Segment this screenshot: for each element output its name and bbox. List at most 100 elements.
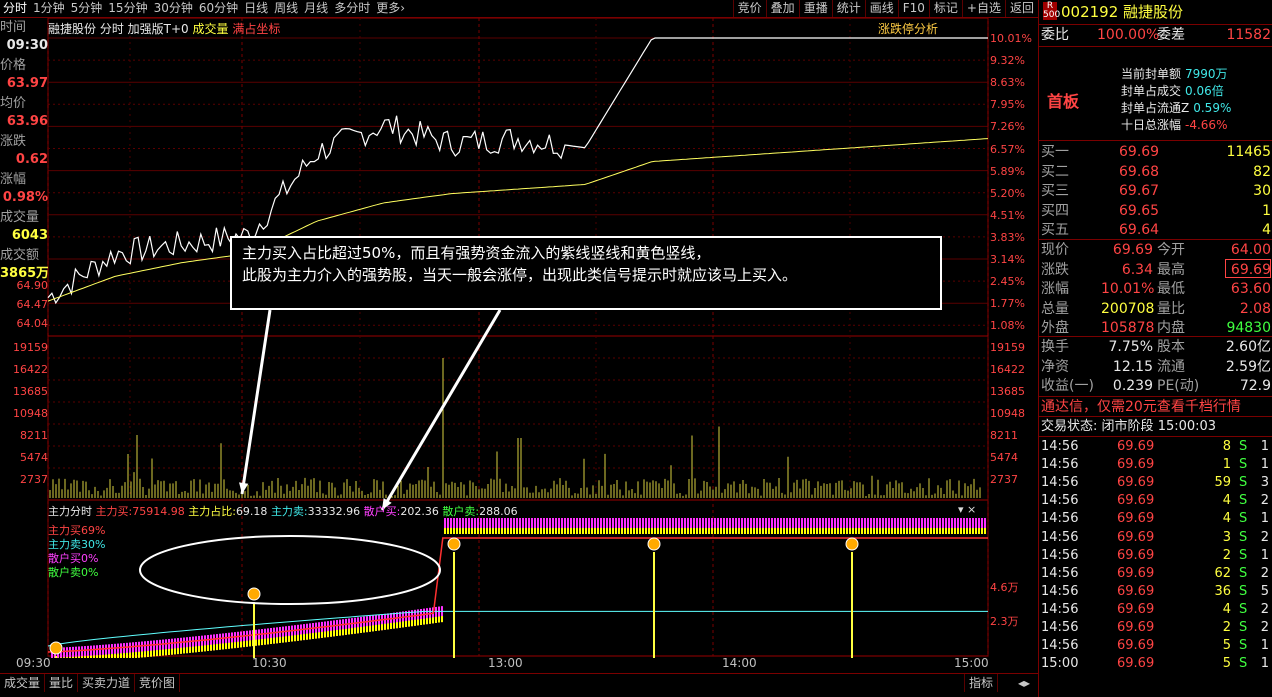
quote-label: 内盘 bbox=[1157, 320, 1185, 336]
tick-count: 1 bbox=[1260, 439, 1269, 454]
quote-label: 换手 bbox=[1041, 339, 1069, 355]
tick-side: S bbox=[1239, 565, 1248, 581]
tick-row: 14:56 69.69 59 S 3 bbox=[1039, 474, 1272, 492]
tick-time: 14:56 bbox=[1041, 547, 1079, 563]
retail-sell-value: 288.06 bbox=[479, 505, 518, 518]
toolbar-button[interactable]: 竞价 bbox=[732, 0, 766, 17]
toolbar-button[interactable]: 画线 bbox=[864, 0, 898, 17]
legend-retail-buy: 散户买0% bbox=[48, 552, 99, 565]
seal-line: 当前封单额 7990万 bbox=[1121, 66, 1231, 83]
tab-volume[interactable]: 成交量 bbox=[0, 674, 46, 692]
tick-time: 14:56 bbox=[1041, 583, 1079, 599]
quote-label: 涨幅 bbox=[1041, 281, 1069, 297]
scroll-arrows-icon[interactable]: ◂▸ bbox=[1014, 674, 1034, 692]
toolbar-button[interactable]: 返回 bbox=[1004, 0, 1038, 17]
tab-volume-ratio[interactable]: 量比 bbox=[45, 674, 79, 692]
toolbar-button[interactable]: F10 bbox=[897, 0, 929, 17]
bid-book: 买一 69.69 11465 买二 69.68 82 买三 69.67 30 买四 69.65 1 买五… bbox=[1039, 142, 1272, 242]
quote-value: 63.60 bbox=[1230, 281, 1271, 297]
tick-count: 5 bbox=[1260, 583, 1269, 599]
limit-analysis-button[interactable]: 涨跌停分析 bbox=[878, 20, 938, 37]
quote-value: 2.59亿 bbox=[1225, 358, 1271, 375]
pct-tick: 6.57% bbox=[990, 142, 1025, 156]
price-tick: 64.90 bbox=[16, 279, 49, 292]
tick-price: 69.69 bbox=[1117, 439, 1155, 454]
period-tab[interactable]: 30分钟 bbox=[151, 0, 196, 17]
tab-auction[interactable]: 竞价图 bbox=[135, 674, 181, 692]
period-tab[interactable]: 1分钟 bbox=[30, 0, 68, 17]
bid-volume: 1 bbox=[1262, 202, 1271, 219]
tick-side: S bbox=[1239, 457, 1248, 473]
tick-side: S bbox=[1239, 439, 1248, 454]
bid-row[interactable]: 买二 69.68 82 bbox=[1039, 162, 1272, 182]
volume-tick-left: 10948 bbox=[13, 407, 48, 420]
pct-tick: 4.51% bbox=[990, 208, 1025, 222]
signal-marker-icon bbox=[845, 537, 859, 551]
pct-tick: 5.89% bbox=[990, 164, 1025, 178]
period-tab[interactable]: 60分钟 bbox=[196, 0, 241, 17]
period-tab[interactable]: 分时 bbox=[0, 0, 30, 17]
price-tick: 64.47 bbox=[16, 298, 49, 311]
main-sell-value: 33332.96 bbox=[307, 505, 361, 518]
tick-count: 1 bbox=[1260, 638, 1269, 654]
tick-side: S bbox=[1239, 601, 1248, 617]
promo-link[interactable]: 通达信，仅需20元查看千档行情 bbox=[1041, 398, 1241, 416]
indicator-tick-low: 2.3万 bbox=[990, 615, 1019, 628]
toolbar-button[interactable]: +自选 bbox=[961, 0, 1005, 17]
legend-retail-sell: 散户卖0% bbox=[48, 566, 99, 579]
signal-marker-icon bbox=[647, 537, 661, 551]
tick-time: 14:56 bbox=[1041, 475, 1079, 491]
period-tab[interactable]: 15分钟 bbox=[105, 0, 150, 17]
period-tab[interactable]: 日线 bbox=[241, 0, 271, 17]
signal-marker-icon bbox=[247, 587, 261, 601]
pct-tick: 2.45% bbox=[990, 275, 1025, 289]
toolbar-button[interactable]: 统计 bbox=[831, 0, 865, 17]
tick-count: 2 bbox=[1260, 565, 1269, 581]
quote-value: 0.239 bbox=[1112, 378, 1153, 394]
toolbar-button[interactable]: 重播 bbox=[798, 0, 832, 17]
tick-volume: 4 bbox=[1222, 601, 1231, 617]
period-tab[interactable]: 更多› bbox=[373, 0, 408, 17]
period-tab[interactable]: 多分时 bbox=[331, 0, 373, 17]
toolbar-button[interactable]: 叠加 bbox=[765, 0, 799, 17]
bid-row[interactable]: 买四 69.65 1 bbox=[1039, 201, 1272, 221]
retail-sell-label: 散户卖: bbox=[442, 505, 480, 518]
tick-volume: 1 bbox=[1222, 457, 1231, 473]
quote-label: 今开 bbox=[1157, 242, 1185, 258]
tick-row: 15:00 69.69 5 S 1 bbox=[1039, 655, 1272, 673]
weibi-value: 100.00% bbox=[1097, 27, 1160, 43]
full-coord-toggle[interactable]: 满占坐标 bbox=[232, 22, 280, 36]
indicator-collapse-icon[interactable]: ▾ × bbox=[958, 503, 976, 516]
bid-row[interactable]: 买一 69.69 11465 bbox=[1039, 142, 1272, 162]
volume-tick: 16422 bbox=[990, 363, 1025, 376]
quote-value: 2.08 bbox=[1239, 300, 1271, 317]
quote-value: 7.75% bbox=[1108, 339, 1153, 355]
pct-tick: 10.01% bbox=[990, 32, 1032, 45]
toolbar-button[interactable]: 标记 bbox=[928, 0, 962, 17]
period-tab[interactable]: 5分钟 bbox=[68, 0, 106, 17]
indicator-tick-high: 4.6万 bbox=[990, 581, 1019, 594]
period-tab[interactable]: 月线 bbox=[301, 0, 331, 17]
volume-tick: 2737 bbox=[990, 473, 1018, 486]
quote-row: 现价 69.69 今开 64.00 bbox=[1039, 240, 1272, 260]
tab-buy-sell-force[interactable]: 买卖力道 bbox=[78, 674, 136, 692]
board-tag: 首板 bbox=[1047, 92, 1080, 111]
bid-row[interactable]: 买三 69.67 30 bbox=[1039, 181, 1272, 201]
tick-count: 1 bbox=[1260, 656, 1269, 672]
bid-label: 买三 bbox=[1041, 183, 1069, 199]
weicha-value: 11582 bbox=[1226, 27, 1271, 43]
bid-row[interactable]: 买五 69.64 4 bbox=[1039, 220, 1272, 240]
quote-label: 最高 bbox=[1157, 261, 1185, 278]
tick-price: 69.69 bbox=[1117, 601, 1155, 617]
tick-side: S bbox=[1239, 583, 1248, 599]
seal-label: 封单占流通Z bbox=[1121, 101, 1190, 115]
indicator-menu-button[interactable]: 指标 bbox=[963, 674, 998, 692]
time-tick: 13:00 bbox=[488, 656, 523, 670]
period-tab[interactable]: 周线 bbox=[271, 0, 301, 17]
tick-volume: 2 bbox=[1222, 620, 1231, 635]
tick-price: 69.69 bbox=[1117, 493, 1155, 509]
bid-price: 69.64 bbox=[1119, 222, 1160, 238]
tick-price: 69.69 bbox=[1117, 583, 1155, 599]
volume-tick: 13685 bbox=[990, 385, 1025, 398]
tick-list[interactable]: 14:56 69.69 8 S 1 14:56 69.69 1 S 1 14:56 69.69 59 S 3… bbox=[1039, 438, 1272, 697]
